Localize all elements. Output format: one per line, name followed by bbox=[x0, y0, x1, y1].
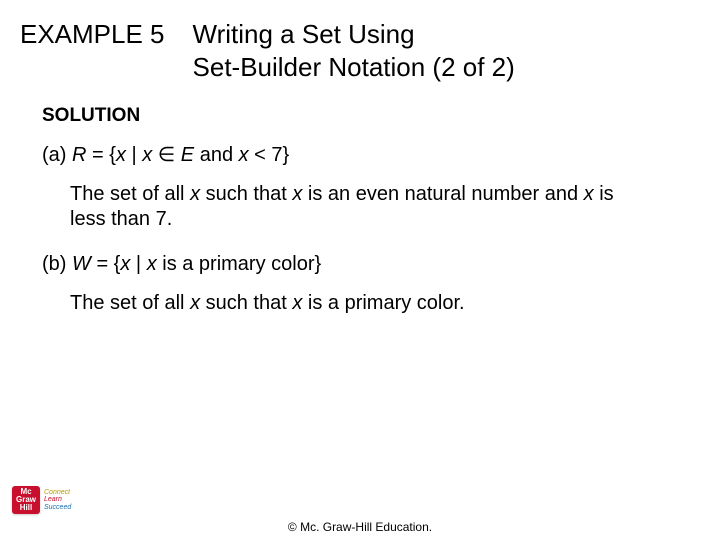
text: is a primary color. bbox=[302, 292, 464, 314]
text: The set of all bbox=[70, 183, 190, 205]
publisher-tagline: Connect Learn Succeed bbox=[44, 489, 71, 511]
text: such that bbox=[200, 183, 292, 205]
part-a-bar: | bbox=[126, 144, 142, 166]
copyright-text: © Mc. Graw-Hill Education. bbox=[0, 520, 720, 534]
title-line-2: Set-Builder Notation (2 of 2) bbox=[193, 52, 515, 82]
slide: EXAMPLE 5 Writing a Set Using Set-Builde… bbox=[0, 0, 720, 540]
part-a-x1: x bbox=[116, 144, 126, 166]
part-a-x3: x bbox=[239, 144, 249, 166]
part-a-set-E: E bbox=[181, 144, 194, 166]
logo-text-bot: Hill bbox=[20, 504, 32, 512]
text: The set of all bbox=[70, 292, 190, 314]
solution-label: SOLUTION bbox=[42, 105, 680, 127]
part-b-set-W: W bbox=[72, 253, 91, 275]
part-b-explanation: The set of all x such that x is a primar… bbox=[70, 291, 650, 316]
slide-header: EXAMPLE 5 Writing a Set Using Set-Builde… bbox=[20, 18, 680, 83]
slide-title: Writing a Set Using Set-Builder Notation… bbox=[193, 18, 515, 83]
publisher-logo: Mc Graw Hill Connect Learn Succeed bbox=[12, 486, 71, 514]
tagline-learn: Learn bbox=[44, 496, 71, 503]
part-b-bar: | bbox=[130, 253, 146, 275]
part-b-x2: x bbox=[147, 253, 157, 275]
var-x: x bbox=[190, 183, 200, 205]
var-x: x bbox=[292, 183, 302, 205]
part-b-x1: x bbox=[120, 253, 130, 275]
part-a-x2: x bbox=[142, 144, 152, 166]
text: such that bbox=[200, 292, 292, 314]
part-b-definition: (b) W = {x | x is a primary color} bbox=[42, 252, 650, 277]
element-of-symbol: ∈ bbox=[152, 144, 181, 166]
part-a-and: and bbox=[194, 144, 238, 166]
tagline-connect: Connect bbox=[44, 489, 71, 496]
example-label: EXAMPLE 5 bbox=[20, 18, 165, 51]
part-a-set-R: R bbox=[72, 144, 86, 166]
text: is an even natural number and bbox=[302, 183, 583, 205]
part-a-definition: (a) R = {x | x ∈ E and x < 7} bbox=[42, 143, 650, 168]
var-x: x bbox=[584, 183, 594, 205]
part-a-explanation: The set of all x such that x is an even … bbox=[70, 182, 650, 232]
var-x: x bbox=[190, 292, 200, 314]
part-b-eq: = { bbox=[91, 253, 120, 275]
mcgraw-hill-logo-icon: Mc Graw Hill bbox=[12, 486, 40, 514]
part-b-prefix: (b) bbox=[42, 253, 72, 275]
less-than-symbol: < 7} bbox=[249, 144, 290, 166]
part-a-eq: = { bbox=[86, 144, 115, 166]
part-a-prefix: (a) bbox=[42, 144, 72, 166]
title-line-1: Writing a Set Using bbox=[193, 19, 415, 49]
part-b-post: is a primary color} bbox=[157, 253, 322, 275]
tagline-succeed: Succeed bbox=[44, 504, 71, 511]
var-x: x bbox=[292, 292, 302, 314]
body-content: (a) R = {x | x ∈ E and x < 7} The set of… bbox=[42, 143, 650, 316]
